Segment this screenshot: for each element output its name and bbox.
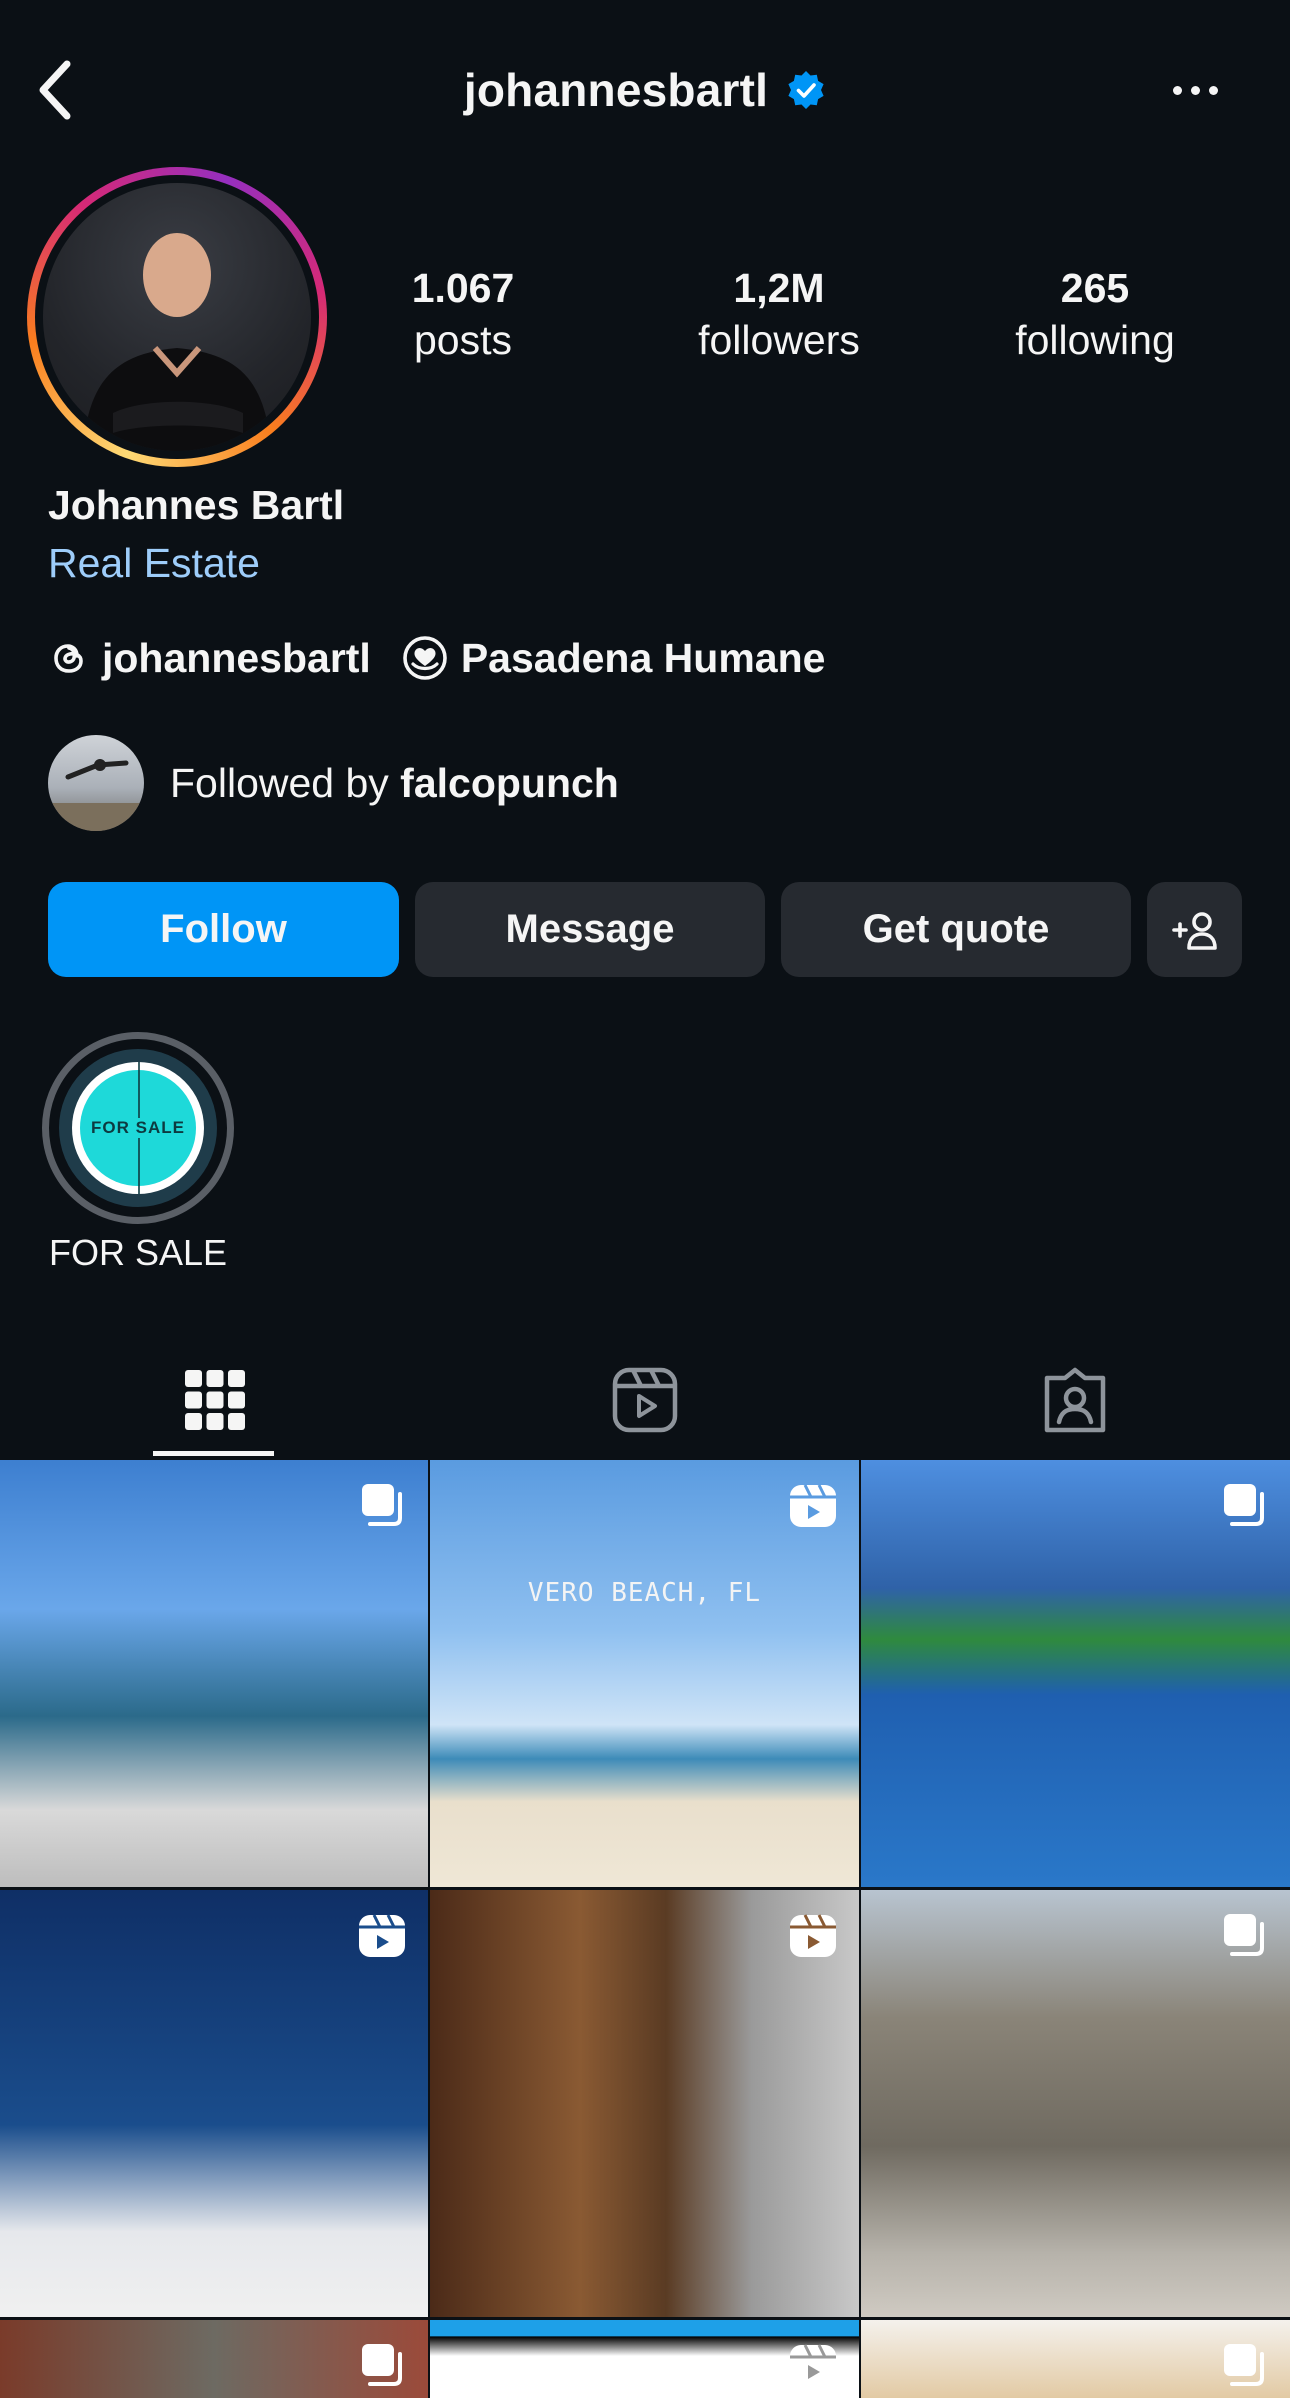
- back-button[interactable]: [30, 55, 84, 125]
- tab-tagged[interactable]: [860, 1345, 1290, 1455]
- header-title: johannesbartl: [0, 55, 1290, 125]
- suggest-accounts-button[interactable]: [1147, 882, 1242, 977]
- tab-grid[interactable]: [0, 1345, 430, 1455]
- reels-icon: [612, 1367, 678, 1433]
- profile-links: johannesbartl Pasadena Humane: [48, 632, 825, 684]
- tab-reels[interactable]: [430, 1345, 860, 1455]
- mutual-follower-avatar: [48, 735, 144, 831]
- followed-by-prefix: Followed by: [170, 759, 401, 806]
- add-person-icon: [1171, 911, 1217, 950]
- threads-link[interactable]: johannesbartl: [48, 635, 371, 682]
- carousel-icon: [1224, 2344, 1264, 2386]
- threads-icon: [54, 644, 83, 673]
- get-quote-button[interactable]: Get quote: [781, 882, 1131, 977]
- followers-count[interactable]: 1,2M followers: [649, 262, 909, 366]
- post-thumbnail[interactable]: [861, 2320, 1290, 2398]
- reel-icon: [790, 1484, 836, 1527]
- chevron-left-icon: [39, 60, 71, 120]
- post-thumbnail[interactable]: [0, 1890, 428, 2317]
- tagged-icon: [1044, 1367, 1106, 1433]
- carousel-icon: [362, 1484, 402, 1526]
- message-button[interactable]: Message: [415, 882, 765, 977]
- post-thumbnail[interactable]: [861, 1890, 1290, 2317]
- highlight-cover: FOR SALE: [80, 1062, 196, 1194]
- follow-button[interactable]: Follow: [48, 882, 399, 977]
- posts-count[interactable]: 1.067 posts: [333, 262, 593, 366]
- followed-by-row[interactable]: Followed by falcopunch: [48, 734, 619, 832]
- profile-full-name: Johannes Bartl: [48, 482, 345, 528]
- fundraiser-link[interactable]: Pasadena Humane: [401, 634, 826, 682]
- post-thumbnail[interactable]: VERO BEACH, FL: [430, 1460, 859, 1887]
- avatar-portrait: [83, 233, 271, 451]
- more-horizontal-icon: [1172, 85, 1182, 95]
- more-options-button[interactable]: [1160, 60, 1230, 120]
- post-thumbnail[interactable]: [430, 1890, 859, 2317]
- carousel-icon: [1224, 1914, 1264, 1956]
- reel-icon: [359, 1914, 405, 1957]
- profile-category[interactable]: Real Estate: [48, 540, 260, 587]
- grid-icon: [185, 1370, 245, 1430]
- profile-avatar-story-ring[interactable]: [27, 167, 327, 467]
- post-caption: VERO BEACH, FL: [527, 1578, 762, 1608]
- following-count[interactable]: 265 following: [965, 262, 1225, 366]
- mutual-follower-name: falcopunch: [400, 759, 619, 806]
- active-tab-indicator: [153, 1451, 274, 1456]
- profile-username: johannesbartl: [463, 64, 769, 116]
- highlight-label: FOR SALE: [48, 1232, 228, 1273]
- threads-handle: johannesbartl: [102, 634, 371, 681]
- verified-badge-icon: [788, 71, 824, 109]
- carousel-icon: [1224, 1484, 1264, 1526]
- post-thumbnail[interactable]: [0, 1460, 428, 1887]
- carousel-icon: [362, 2344, 402, 2386]
- post-thumbnail[interactable]: [0, 2320, 428, 2398]
- fundraiser-name: Pasadena Humane: [460, 634, 826, 681]
- fundraiser-heart-icon: [403, 636, 447, 680]
- posts-grid: VERO BEACH, FL: [0, 1460, 1290, 2398]
- post-thumbnail[interactable]: [861, 1460, 1290, 1887]
- post-thumbnail[interactable]: [430, 2320, 859, 2398]
- highlight-for-sale[interactable]: FOR SALE: [42, 1032, 234, 1224]
- reel-icon: [790, 2344, 836, 2387]
- avatar: [43, 183, 311, 451]
- reel-icon: [790, 1914, 836, 1957]
